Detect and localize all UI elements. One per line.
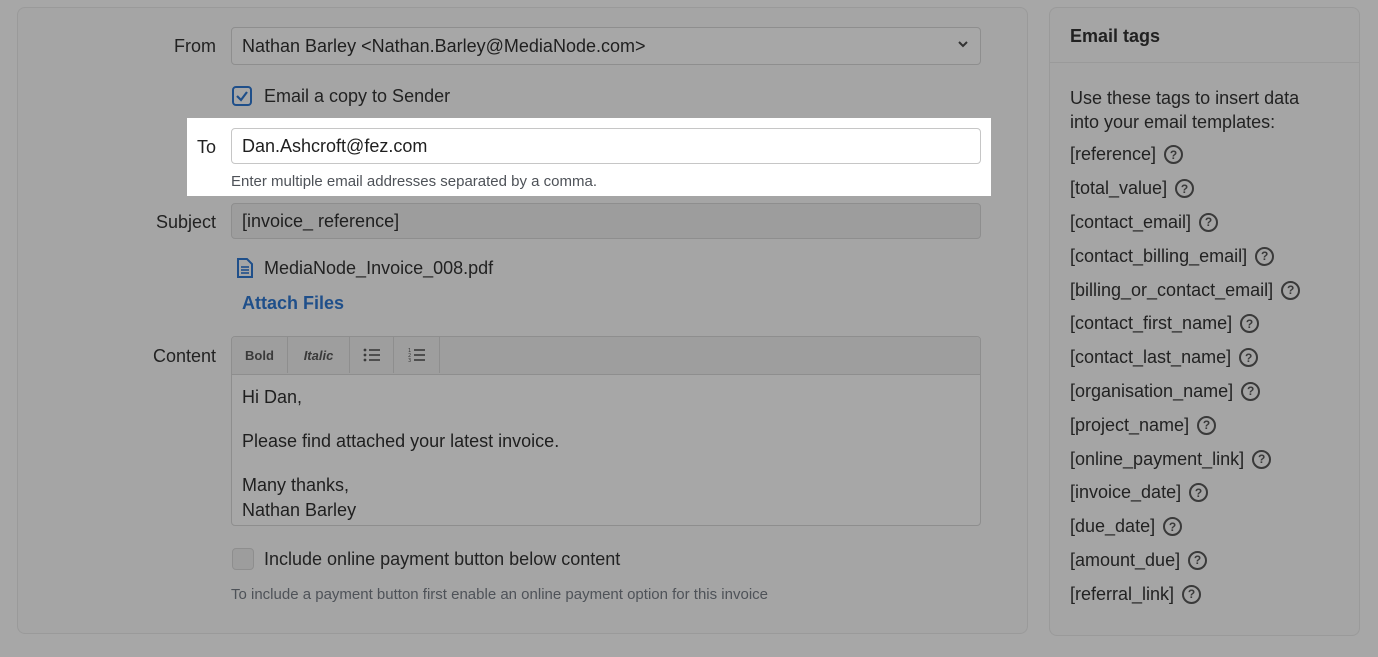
tag-item[interactable]: [contact_first_name]? bbox=[1070, 307, 1359, 341]
tag-item[interactable]: [due_date]? bbox=[1070, 510, 1359, 544]
content-line: Please find attached your latest invoice… bbox=[242, 431, 560, 451]
tag-label: [online_payment_link] bbox=[1070, 448, 1245, 469]
tag-item[interactable]: [reference]? bbox=[1070, 138, 1359, 172]
attachment-link[interactable]: MediaNode_Invoice_008.pdf bbox=[264, 258, 493, 279]
numbered-list-icon: 1 2 3 bbox=[408, 348, 425, 363]
help-icon[interactable]: ? bbox=[1240, 314, 1260, 334]
help-icon[interactable]: ? bbox=[1255, 246, 1275, 266]
help-icon[interactable]: ? bbox=[1182, 584, 1202, 604]
tag-label: [referral_link] bbox=[1070, 583, 1175, 604]
tag-item[interactable]: [billing_or_contact_email]? bbox=[1070, 273, 1359, 307]
content-name: Nathan Barley bbox=[242, 500, 357, 520]
help-icon[interactable]: ? bbox=[1199, 212, 1219, 232]
to-value: Dan.Ashcroft@fez.com bbox=[242, 135, 428, 156]
document-icon bbox=[237, 258, 253, 278]
tag-item[interactable]: [total_value]? bbox=[1070, 172, 1359, 206]
tag-label: [project_name] bbox=[1070, 414, 1190, 435]
checkmark-icon bbox=[236, 91, 248, 102]
from-value: Nathan Barley <Nathan.Barley@MediaNode.c… bbox=[242, 35, 646, 56]
tag-item[interactable]: [project_name]? bbox=[1070, 408, 1359, 442]
email-form-panel bbox=[17, 7, 1028, 634]
editor-toolbar: Bold Italic 1 2 3 bbox=[232, 337, 980, 375]
payment-button-label: Include online payment button below cont… bbox=[264, 549, 621, 569]
help-icon[interactable]: ? bbox=[1252, 449, 1272, 469]
subject-label: Subject bbox=[155, 212, 216, 232]
help-icon[interactable]: ? bbox=[1163, 517, 1183, 537]
email-tags-title: Email tags bbox=[1050, 8, 1359, 63]
editor-body[interactable]: Hi Dan, Please find attached your latest… bbox=[232, 375, 980, 533]
bold-button[interactable]: Bold bbox=[232, 337, 288, 373]
to-hint: Enter multiple email addresses separated… bbox=[231, 173, 598, 190]
tag-item[interactable]: [contact_email]? bbox=[1070, 206, 1359, 240]
tag-label: [amount_due] bbox=[1070, 549, 1181, 570]
to-input[interactable]: Dan.Ashcroft@fez.com bbox=[231, 128, 981, 164]
subject-input[interactable]: [invoice_ reference] bbox=[231, 203, 981, 239]
tag-item[interactable]: [online_payment_link]? bbox=[1070, 442, 1359, 476]
tag-label: [total_value] bbox=[1070, 178, 1168, 199]
copy-sender-checkbox[interactable] bbox=[232, 86, 252, 106]
from-label: From bbox=[174, 36, 216, 56]
tag-label: [reference] bbox=[1070, 144, 1157, 165]
help-icon[interactable]: ? bbox=[1197, 415, 1217, 435]
help-icon[interactable]: ? bbox=[1241, 381, 1261, 401]
tag-label: [organisation_name] bbox=[1070, 380, 1234, 401]
content-label: Content bbox=[152, 346, 216, 366]
help-icon[interactable]: ? bbox=[1188, 550, 1208, 570]
tag-item[interactable]: [contact_billing_email]? bbox=[1070, 239, 1359, 273]
chevron-down-icon bbox=[958, 41, 968, 48]
numbered-list-button[interactable]: 1 2 3 bbox=[394, 337, 440, 373]
bullet-list-button[interactable] bbox=[350, 337, 394, 373]
email-tags-description: Use these tags to insert data into your … bbox=[1070, 88, 1300, 132]
tag-item[interactable]: [referral_link]? bbox=[1070, 577, 1359, 611]
bullet-list-icon bbox=[363, 348, 380, 362]
tag-label: [contact_first_name] bbox=[1070, 313, 1233, 334]
help-icon[interactable]: ? bbox=[1281, 280, 1301, 300]
tag-label: [contact_billing_email] bbox=[1070, 245, 1248, 266]
subject-value: [invoice_ reference] bbox=[242, 210, 400, 231]
svg-text:3: 3 bbox=[408, 358, 411, 363]
content-signoff: Many thanks, bbox=[242, 475, 350, 495]
email-tags-panel: Email tags Use these tags to insert data… bbox=[1049, 7, 1360, 636]
attach-files-link[interactable]: Attach Files bbox=[242, 293, 344, 314]
copy-sender-label: Email a copy to Sender bbox=[264, 86, 451, 106]
tag-item[interactable]: [contact_last_name]? bbox=[1070, 341, 1359, 375]
tag-item[interactable]: [amount_due]? bbox=[1070, 544, 1359, 578]
content-editor[interactable]: Bold Italic 1 2 3 Hi Dan, Please find at… bbox=[231, 336, 981, 526]
tag-label: [contact_last_name] bbox=[1070, 347, 1232, 368]
content-greeting: Hi Dan, bbox=[242, 387, 303, 407]
tag-label: [contact_email] bbox=[1070, 211, 1192, 232]
tag-item[interactable]: [invoice_date]? bbox=[1070, 476, 1359, 510]
tag-item[interactable]: [organisation_name]? bbox=[1070, 375, 1359, 409]
tag-label: [billing_or_contact_email] bbox=[1070, 279, 1274, 300]
payment-hint: To include a payment button first enable… bbox=[231, 586, 768, 603]
italic-button[interactable]: Italic bbox=[288, 337, 350, 373]
to-label: To bbox=[196, 137, 216, 157]
help-icon[interactable]: ? bbox=[1239, 348, 1259, 368]
help-icon[interactable]: ? bbox=[1189, 483, 1209, 503]
tag-label: [invoice_date] bbox=[1070, 482, 1182, 503]
help-icon[interactable]: ? bbox=[1175, 179, 1195, 199]
tag-label: [due_date] bbox=[1070, 516, 1156, 537]
payment-button-checkbox[interactable] bbox=[232, 548, 254, 570]
tag-list: [reference]? [total_value]? [contact_email… bbox=[1050, 138, 1359, 611]
help-icon[interactable]: ? bbox=[1164, 145, 1184, 165]
from-select[interactable]: Nathan Barley <Nathan.Barley@MediaNode.c… bbox=[231, 27, 981, 65]
